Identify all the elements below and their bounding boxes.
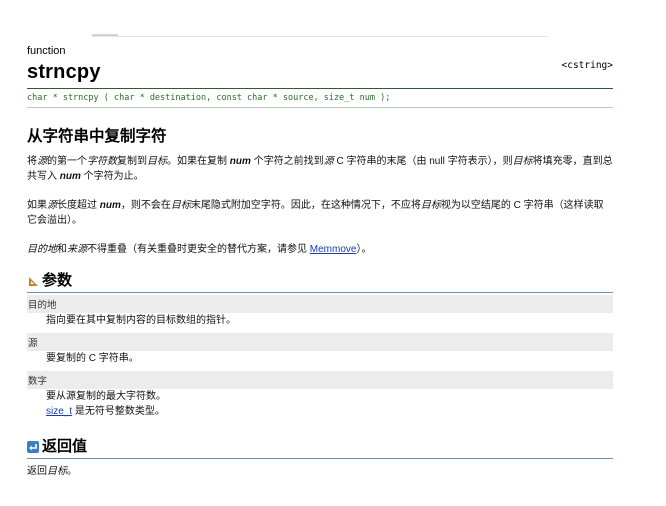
entity-type-label: function — [27, 45, 66, 57]
description-paragraph-3: 目的地和来源不得重叠（有关重叠时更安全的替代方案，请参见 Memmove）。 — [27, 244, 372, 255]
parameter-name-num: 数字 — [27, 371, 613, 389]
header-tag: <cstring> — [561, 60, 613, 71]
parameter-list: 目的地 指向要在其中复制内容的目标数组的指针。 源 要复制的 C 字符串。 数字… — [27, 295, 613, 419]
title-row: strncpy <cstring> — [27, 58, 613, 88]
return-value-heading: 返回值 — [27, 437, 613, 459]
return-value-text: 返回目标。 — [27, 466, 77, 477]
description-title: 从字符串中复制字符 — [27, 128, 167, 145]
parameters-heading: 参数 — [27, 271, 613, 293]
ruler-triangle-icon — [27, 275, 39, 287]
reference-page: function strncpy <cstring> char * strncp… — [27, 44, 613, 477]
page-title: strncpy — [27, 61, 101, 83]
description-paragraph-2: 如果源长度超过 num，则不会在目标末尾隐式附加空字符。因此，在这种情况下，不应… — [27, 200, 604, 226]
return-arrow-icon — [27, 441, 39, 453]
parameter-desc-source: 要复制的 C 字符串。 — [46, 353, 139, 364]
top-divider — [92, 36, 547, 37]
parameter-name-destination: 目的地 — [27, 295, 613, 313]
parameter-desc-num: 要从源复制的最大字符数。 size_t 是无符号整数类型。 — [46, 391, 166, 417]
parameter-desc-destination: 指向要在其中复制内容的目标数组的指针。 — [46, 315, 236, 326]
memmove-link[interactable]: Memmove — [310, 244, 357, 255]
parameter-name-source: 源 — [27, 333, 613, 351]
function-prototype: char * strncpy ( char * destination, con… — [27, 88, 613, 108]
description-paragraph-1: 将源的第一个字符数复制到目标。如果在复制 num 个字符之前找到源 C 字符串的… — [27, 156, 613, 182]
size-t-link[interactable]: size_t — [46, 406, 72, 417]
